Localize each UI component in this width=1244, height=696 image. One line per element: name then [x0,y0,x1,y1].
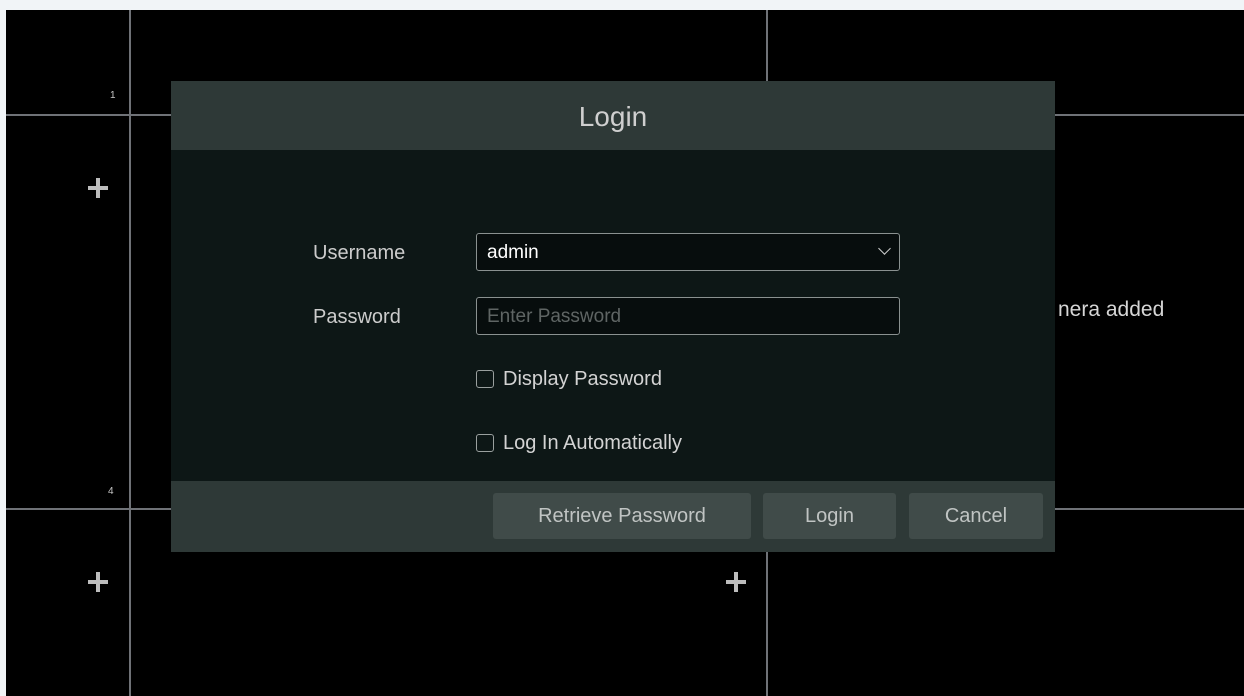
dialog-title: Login [578,101,648,132]
tile-number-4: 4 [108,486,114,497]
no-camera-message: nera added [1058,298,1165,321]
username-select[interactable]: admin [476,233,900,271]
display-password-checkbox[interactable] [476,370,494,388]
display-password-label[interactable]: Display Password [503,368,662,391]
add-camera-plus-icon[interactable] [88,572,108,592]
chevron-down-icon [878,242,891,255]
add-camera-plus-icon[interactable] [726,572,746,592]
username-label: Username [313,242,406,264]
password-placeholder: Enter Password [487,306,622,327]
camera-grid: 1 4 nera added Login Username admin Pass… [6,10,1244,696]
tile-number-1: 1 [110,90,116,101]
retrieve-password-button[interactable]: Retrieve Password [493,493,751,539]
dialog-header: Login [171,81,1055,150]
cancel-button[interactable]: Cancel [909,493,1043,539]
username-value: admin [487,242,539,263]
dialog-footer: Retrieve Password Login Cancel [171,481,1055,552]
log-in-automatically-label[interactable]: Log In Automatically [503,432,682,455]
login-button[interactable]: Login [763,493,896,539]
add-camera-plus-icon[interactable] [88,178,108,198]
login-dialog: Login Username admin Password Enter Pass… [171,81,1055,552]
password-input[interactable]: Enter Password [476,297,900,335]
log-in-automatically-checkbox[interactable] [476,434,494,452]
grid-divider-v1 [129,10,131,696]
password-label: Password [313,306,401,328]
